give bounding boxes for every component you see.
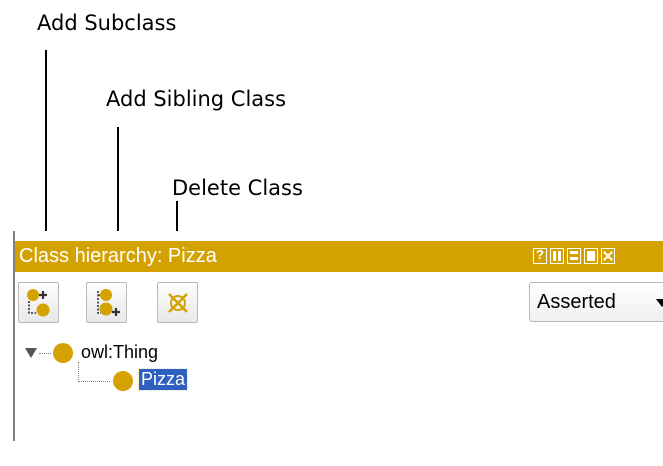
add-sibling-class-icon <box>97 289 120 316</box>
panel-window-controls <box>533 247 615 264</box>
tree-connector <box>78 362 79 382</box>
split-columns-icon[interactable] <box>550 248 564 264</box>
delete-class-callout: Delete Class <box>172 176 303 200</box>
class-tree: owl:Thing Pizza <box>15 336 663 441</box>
maximize-icon[interactable] <box>584 248 598 264</box>
add-subclass-button[interactable] <box>18 282 59 323</box>
tree-node-pizza[interactable]: Pizza <box>137 368 189 391</box>
tree-connector <box>39 353 51 354</box>
panel-title-bar: Class hierarchy: Pizza <box>15 241 663 272</box>
add-sibling-class-callout: Add Sibling Class <box>106 87 287 111</box>
add-subclass-icon <box>27 289 50 317</box>
tree-connector <box>78 381 110 382</box>
add-subclass-callout: Add Subclass <box>37 11 177 35</box>
split-rows-icon[interactable] <box>567 248 581 264</box>
class-dot-icon <box>113 371 133 391</box>
delete-class-icon <box>168 293 188 313</box>
hierarchy-mode-select[interactable]: Asserted <box>529 282 663 322</box>
chevron-down-icon <box>656 299 663 307</box>
help-icon[interactable] <box>533 247 547 264</box>
add-sibling-class-button[interactable] <box>86 282 127 323</box>
class-dot-icon <box>53 343 73 363</box>
close-icon[interactable] <box>601 248 615 264</box>
tree-node-owl-thing[interactable]: owl:Thing <box>81 342 158 363</box>
hierarchy-mode-value: Asserted <box>537 291 616 313</box>
panel-title: Class hierarchy: Pizza <box>19 245 217 267</box>
tree-expander-icon[interactable] <box>25 348 37 358</box>
delete-class-button[interactable] <box>157 282 198 323</box>
class-hierarchy-panel: Class hierarchy: Pizza ? Asserted owl:Th… <box>13 231 663 441</box>
